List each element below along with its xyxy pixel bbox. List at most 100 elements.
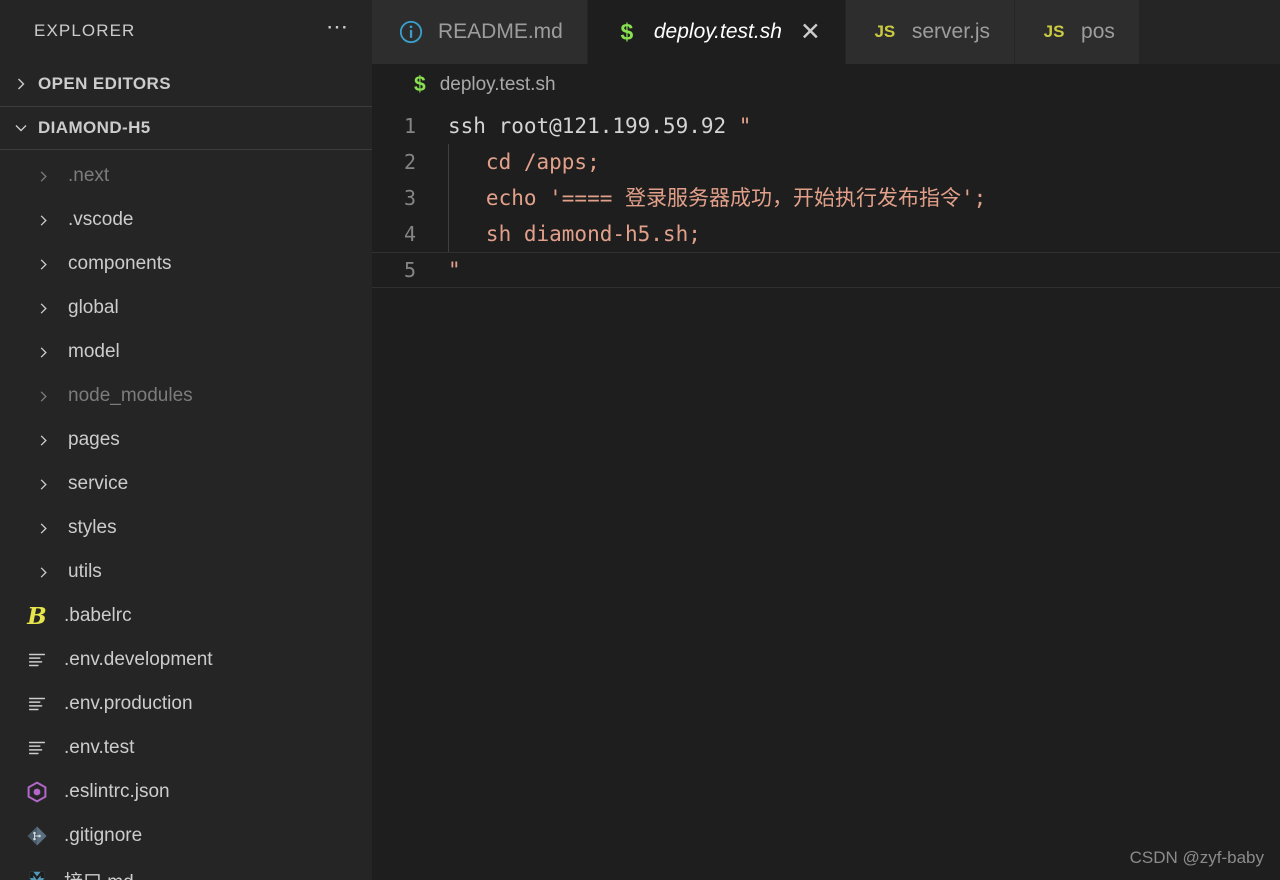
shell-icon: $ xyxy=(620,18,634,45)
tree-folder-row[interactable]: model xyxy=(0,330,372,374)
code-token: " xyxy=(448,258,461,282)
tree-file-row[interactable]: .env.development xyxy=(0,638,372,682)
babel-icon: B xyxy=(27,602,47,630)
code-editor[interactable]: 1 ssh root@121.199.59.92 " 2 cd /apps; 3 ec… xyxy=(372,106,1280,880)
tree-item-label: .vscode xyxy=(68,209,134,230)
env-icon xyxy=(22,690,52,718)
code-line-text: sh diamond-h5.sh; xyxy=(448,216,1280,252)
chevron-right-icon xyxy=(30,207,56,233)
sidebar-section-project-root[interactable]: DIAMOND-H5 xyxy=(0,106,372,150)
tree-file-row[interactable]: .gitignore xyxy=(0,814,372,858)
code-line: 5 " xyxy=(372,252,1280,288)
tree-file-row[interactable]: .env.test xyxy=(0,726,372,770)
code-line: 2 cd /apps; xyxy=(372,144,1280,180)
tree-folder-row[interactable]: utils xyxy=(0,550,372,594)
tree-folder-row[interactable]: .next xyxy=(0,154,372,198)
markdown-icon xyxy=(22,866,52,880)
js-icon: JS xyxy=(1043,22,1065,41)
chevron-right-icon xyxy=(30,515,56,541)
code-token: cd /apps; xyxy=(448,150,600,174)
tree-item-label: global xyxy=(68,297,119,318)
line-number: 3 xyxy=(403,186,416,210)
tree-file-row[interactable]: .eslintrc.json xyxy=(0,770,372,814)
tree-folder-row[interactable]: node_modules xyxy=(0,374,372,418)
tree-item-label: service xyxy=(68,473,129,494)
info-icon xyxy=(396,19,426,45)
tree-folder-row[interactable]: pages xyxy=(0,418,372,462)
sidebar-section-open-editors[interactable]: OPEN EDITORS xyxy=(0,62,372,106)
tree-folder-row[interactable]: service xyxy=(0,462,372,506)
tree-file-row[interactable]: B .babelrc xyxy=(0,594,372,638)
editor-tab-label: README.md xyxy=(438,20,563,43)
code-token: " xyxy=(738,114,752,138)
code-line: 3 echo '==== 登录服务器成功，开始执行发布指令'; xyxy=(372,180,1280,216)
chevron-right-icon xyxy=(30,295,56,321)
tree-item-label: .env.development xyxy=(64,649,213,670)
code-line: 1 ssh root@121.199.59.92 " xyxy=(372,108,1280,144)
sidebar-section-label: DIAMOND-H5 xyxy=(38,118,151,137)
editor-tab[interactable]: JS server.js xyxy=(845,0,1016,64)
ellipsis-icon[interactable]: ⋯ xyxy=(326,16,350,40)
close-icon[interactable]: ✕ xyxy=(800,19,821,45)
tree-file-row[interactable]: 接口.md xyxy=(0,858,372,880)
code-line-text: " xyxy=(448,252,1280,288)
git-icon xyxy=(22,822,52,850)
chevron-right-icon xyxy=(30,559,56,585)
code-token: echo '==== 登录服务器成功，开始执行发布指令'; xyxy=(448,186,987,210)
file-tree: .next .vscode components global model node_mo… xyxy=(0,150,372,880)
code-line-text: cd /apps; xyxy=(448,144,1280,180)
editor-tab[interactable]: README.md xyxy=(372,0,588,64)
tree-folder-row[interactable]: .vscode xyxy=(0,198,372,242)
tree-item-label: .env.production xyxy=(64,693,193,714)
chevron-right-icon xyxy=(30,163,56,189)
line-number: 5 xyxy=(403,258,416,282)
tree-item-label: .gitignore xyxy=(64,825,143,846)
tree-file-row[interactable]: .env.production xyxy=(0,682,372,726)
tree-folder-row[interactable]: styles xyxy=(0,506,372,550)
editor-tab-label: server.js xyxy=(911,20,991,43)
tree-item-label: node_modules xyxy=(68,385,193,406)
env-icon xyxy=(22,646,52,674)
page-title: EXPLORER xyxy=(34,21,136,40)
tree-folder-row[interactable]: components xyxy=(0,242,372,286)
indent-guide xyxy=(448,216,449,252)
tree-item-label: .next xyxy=(68,165,110,186)
tree-item-label: .env.test xyxy=(64,737,135,758)
chevron-right-icon xyxy=(30,427,56,453)
editor-tab-label: deploy.test.sh xyxy=(653,20,782,43)
tree-item-label: .eslintrc.json xyxy=(64,781,170,802)
eslint-icon xyxy=(22,778,52,806)
vscode-window: EXPLORER ⋯ OPEN EDITORS DIAMOND-H5 .next… xyxy=(0,0,1280,880)
line-number: 2 xyxy=(403,150,416,174)
editor-tab-label: pos xyxy=(1081,20,1115,43)
code-line-text: echo '==== 登录服务器成功，开始执行发布指令'; xyxy=(448,180,1280,216)
breadcrumb-path: deploy.test.sh xyxy=(439,74,556,95)
js-icon: JS xyxy=(874,22,896,41)
explorer-header: EXPLORER ⋯ xyxy=(0,0,372,62)
chevron-right-icon xyxy=(30,471,56,497)
breadcrumb[interactable]: $ deploy.test.sh xyxy=(372,64,1280,106)
indent-guide xyxy=(448,144,449,180)
chevron-right-icon xyxy=(30,339,56,365)
env-icon xyxy=(22,734,52,762)
editor-tab-bar: README.md $ deploy.test.sh ✕ JS server.js JS po… xyxy=(372,0,1280,64)
code-token: ssh root@121.199.59.92 xyxy=(448,114,739,138)
chevron-right-icon xyxy=(30,251,56,277)
line-number: 4 xyxy=(403,222,416,246)
tree-item-label: components xyxy=(68,253,172,274)
chevron-right-icon xyxy=(30,383,56,409)
chevron-right-icon xyxy=(8,71,34,97)
editor-tab[interactable]: JS pos xyxy=(1015,0,1140,64)
tree-item-label: .babelrc xyxy=(64,605,132,626)
indent-guide xyxy=(448,180,449,216)
tree-folder-row[interactable]: global xyxy=(0,286,372,330)
sidebar-section-label: OPEN EDITORS xyxy=(38,74,171,93)
tree-item-label: styles xyxy=(68,517,117,538)
code-line: 4 sh diamond-h5.sh; xyxy=(372,216,1280,252)
line-number: 1 xyxy=(403,114,416,138)
tree-item-label: utils xyxy=(68,561,102,582)
chevron-down-icon xyxy=(8,115,34,141)
editor-tab[interactable]: $ deploy.test.sh ✕ xyxy=(587,0,846,64)
tree-item-label: pages xyxy=(68,429,120,450)
editor-area: README.md $ deploy.test.sh ✕ JS server.js JS po… xyxy=(372,0,1280,880)
